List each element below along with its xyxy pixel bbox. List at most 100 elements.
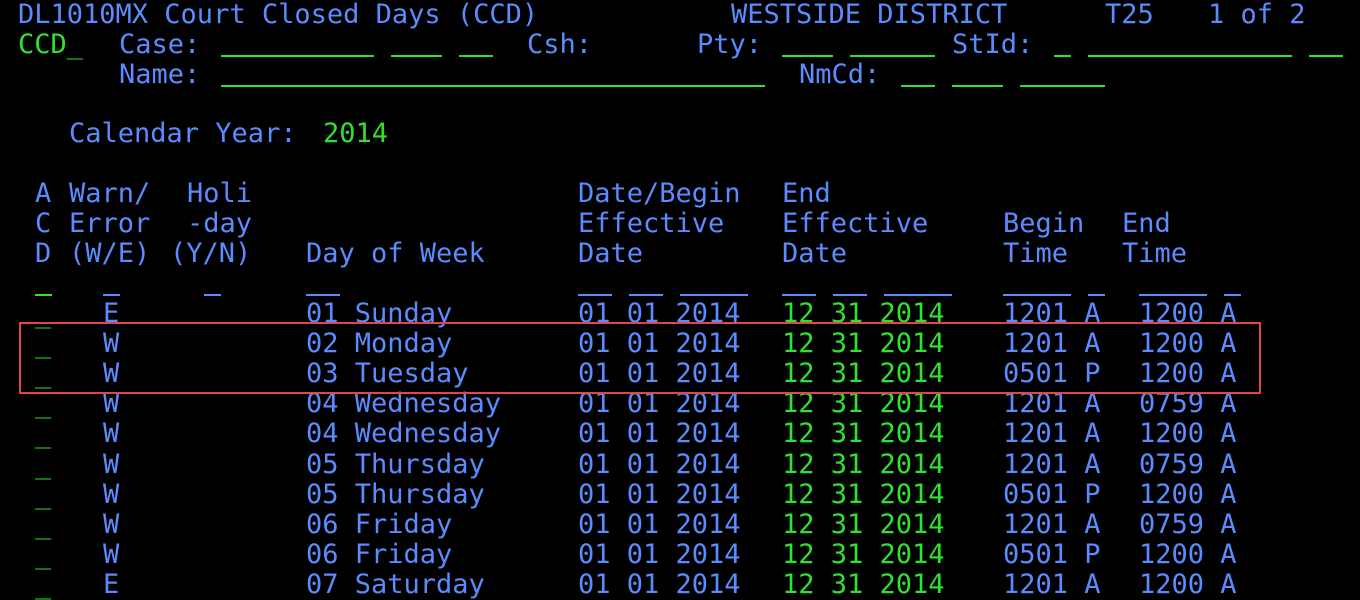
stid-suffix-field[interactable] — [1309, 55, 1343, 57]
row-begin-date[interactable]: 01 01 2014 — [578, 419, 741, 449]
row-warn-error[interactable]: W — [103, 480, 119, 510]
row-acd-field[interactable]: _ — [35, 540, 51, 570]
new-begin-ampm-field[interactable] — [1088, 294, 1105, 296]
new-end-year-field[interactable] — [884, 294, 952, 296]
col-holiday-line3: (Y/N) — [170, 238, 252, 269]
col-end-date-line2: Effective — [782, 208, 929, 239]
row-warn-error[interactable]: W — [103, 419, 119, 449]
col-end-time-line2: Time — [1122, 238, 1188, 269]
name-field[interactable] — [221, 85, 765, 87]
row-begin-date[interactable]: 01 01 2014 — [578, 540, 741, 570]
row-begin-date[interactable]: 01 01 2014 — [578, 480, 741, 510]
case-seq-field[interactable] — [459, 55, 493, 57]
new-begin-year-field[interactable] — [680, 294, 748, 296]
new-end-day-field[interactable] — [833, 294, 867, 296]
col-acd-line1: A — [35, 178, 52, 209]
row-end-date[interactable]: 12 31 2014 — [782, 540, 945, 570]
row-begin-time[interactable]: 1201 A — [1003, 510, 1101, 540]
col-end-date-line1: End — [782, 178, 831, 209]
nmcd-field-2[interactable] — [952, 85, 1003, 87]
pty-label: Pty: — [697, 29, 763, 60]
row-end-time[interactable]: 0759 A — [1139, 450, 1237, 480]
row-day-of-week: 05 Thursday — [306, 479, 485, 510]
row-end-time[interactable]: 1200 A — [1139, 480, 1237, 510]
row-begin-time[interactable]: 0501 P — [1003, 480, 1101, 510]
new-begin-day-field[interactable] — [629, 294, 663, 296]
row-day-of-week: 04 Wednesday — [306, 418, 502, 449]
row-begin-time[interactable]: 1201 A — [1003, 570, 1101, 600]
row-warn-error[interactable]: E — [103, 570, 119, 600]
row-acd-field[interactable]: _ — [35, 570, 51, 600]
new-end-ampm-field[interactable] — [1224, 294, 1241, 296]
row-acd-field[interactable]: _ — [35, 510, 51, 540]
terminal-id: T25 — [1105, 0, 1154, 30]
stid-label: StId: — [952, 29, 1034, 60]
case-number-field[interactable] — [221, 55, 374, 57]
new-end-month-field[interactable] — [782, 294, 816, 296]
row-acd-field[interactable]: _ — [35, 419, 51, 449]
pty-type-field[interactable] — [782, 55, 833, 57]
nmcd-label: NmCd: — [799, 59, 881, 90]
col-warn-line2: Error — [69, 208, 151, 239]
nmcd-field-3[interactable] — [1020, 85, 1105, 87]
col-holiday-line2: -day — [187, 208, 253, 239]
col-end-time-line1: End — [1122, 208, 1171, 239]
col-acd-line2: C — [35, 208, 52, 239]
new-begin-time-field[interactable] — [1003, 294, 1071, 296]
csh-label: Csh: — [527, 29, 593, 60]
row-begin-time[interactable]: 0501 P — [1003, 540, 1101, 570]
col-begin-date-line3: Date — [578, 238, 644, 269]
new-day-field[interactable] — [306, 294, 340, 296]
row-warn-error[interactable]: W — [103, 450, 119, 480]
new-acd-field[interactable] — [35, 294, 52, 296]
col-holiday-line1: Holi — [187, 178, 253, 209]
new-begin-month-field[interactable] — [578, 294, 612, 296]
row-end-date[interactable]: 12 31 2014 — [782, 419, 945, 449]
calendar-year-label: Calendar Year: — [69, 118, 297, 149]
col-begin-date-line2: Effective — [578, 208, 725, 239]
row-end-time[interactable]: 1200 A — [1139, 540, 1237, 570]
pty-number-field[interactable] — [850, 55, 935, 57]
row-end-time[interactable]: 1200 A — [1139, 419, 1237, 449]
row-warn-error[interactable]: W — [103, 540, 119, 570]
command-field[interactable]: CCD_ — [18, 30, 83, 60]
row-begin-date[interactable]: 01 01 2014 — [578, 510, 741, 540]
col-day-of-week: Day of Week — [306, 238, 485, 269]
col-begin-time-line2: Time — [1003, 238, 1069, 269]
new-holiday-field[interactable] — [204, 294, 221, 296]
case-label: Case: — [119, 29, 201, 60]
row-end-date[interactable]: 12 31 2014 — [782, 450, 945, 480]
stid-type-field[interactable] — [1054, 55, 1071, 57]
new-warn-field[interactable] — [103, 294, 120, 296]
row-end-date[interactable]: 12 31 2014 — [782, 480, 945, 510]
row-end-time[interactable]: 0759 A — [1139, 510, 1237, 540]
case-type-field[interactable] — [391, 55, 442, 57]
col-begin-date-line1: Date/Begin — [578, 178, 741, 209]
row-begin-time[interactable]: 1201 A — [1003, 419, 1101, 449]
row-day-of-week: 06 Friday — [306, 539, 453, 570]
row-end-date[interactable]: 12 31 2014 — [782, 510, 945, 540]
row-acd-field[interactable]: _ — [35, 480, 51, 510]
col-warn-line3: (W/E) — [69, 238, 151, 269]
row-acd-field[interactable]: _ — [35, 450, 51, 480]
highlight-box — [19, 322, 1261, 394]
district-name: WESTSIDE DISTRICT — [731, 0, 1008, 30]
page-indicator: 1 of 2 — [1208, 0, 1306, 30]
row-warn-error[interactable]: W — [103, 510, 119, 540]
col-warn-line1: Warn/ — [69, 178, 151, 209]
col-acd-line3: D — [35, 238, 52, 269]
new-end-time-field[interactable] — [1139, 294, 1207, 296]
nmcd-field-1[interactable] — [901, 85, 935, 87]
row-day-of-week: 06 Friday — [306, 509, 453, 540]
name-label: Name: — [119, 59, 201, 90]
screen-title: DL1010MX Court Closed Days (CCD) — [18, 0, 539, 30]
row-end-date[interactable]: 12 31 2014 — [782, 570, 945, 600]
col-end-date-line3: Date — [782, 238, 848, 269]
calendar-year-field[interactable]: 2014 — [323, 119, 388, 149]
terminal-screen: DL1010MX Court Closed Days (CCD) WESTSID… — [0, 0, 1360, 600]
row-begin-date[interactable]: 01 01 2014 — [578, 450, 741, 480]
stid-number-field[interactable] — [1088, 55, 1292, 57]
row-end-time[interactable]: 1200 A — [1139, 570, 1237, 600]
row-begin-date[interactable]: 01 01 2014 — [578, 570, 741, 600]
row-begin-time[interactable]: 1201 A — [1003, 450, 1101, 480]
